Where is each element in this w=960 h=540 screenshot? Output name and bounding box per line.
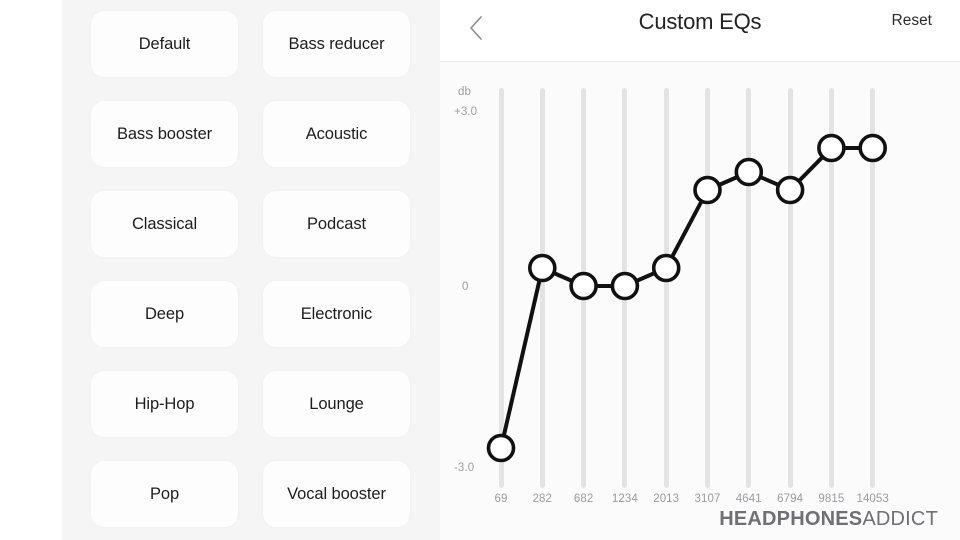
eq-band-handle[interactable] <box>817 133 846 163</box>
eq-editor-panel: Custom EQs Reset db +3.0 0 -3.0 69 282 682… <box>440 0 960 540</box>
preset-button[interactable]: Lounge <box>263 371 410 437</box>
eq-band-handle[interactable] <box>610 271 640 301</box>
preset-button-label: Acoustic <box>305 124 368 143</box>
preset-list-panel: Default Bass reducer Bass booster Acoustic C… <box>62 0 440 540</box>
eq-curve-line <box>499 146 875 450</box>
eq-band-handle[interactable] <box>528 253 557 283</box>
eq-response-curve <box>486 133 888 463</box>
preset-button[interactable]: Acoustic <box>263 101 410 167</box>
x-axis-tick-label: 4641 <box>735 493 762 505</box>
x-axis-tick-label: 14053 <box>856 493 889 505</box>
eq-app-screen: Default Bass reducer Bass booster Acoustic C… <box>0 0 960 540</box>
preset-button-label: Classical <box>131 214 198 233</box>
x-axis-tick-label: 69 <box>494 493 508 505</box>
preset-button[interactable]: Classical <box>91 191 238 257</box>
eq-band-handle[interactable] <box>486 433 516 463</box>
preset-button[interactable]: Default <box>91 11 238 77</box>
watermark-bold: HEADPHONES <box>719 508 863 530</box>
preset-button[interactable]: Electronic <box>263 281 410 347</box>
eq-band-handle[interactable] <box>858 133 888 163</box>
preset-button[interactable]: Deep <box>91 281 238 347</box>
preset-panel-wrapper: Default Bass reducer Bass booster Acoustic C… <box>0 0 440 540</box>
watermark-normal: ADDICT <box>862 508 938 530</box>
x-axis-tick-label: 2013 <box>653 493 680 505</box>
preset-button[interactable]: Pop <box>91 461 238 527</box>
preset-button[interactable]: Bass reducer <box>263 11 410 77</box>
eq-band-handle[interactable] <box>693 175 722 205</box>
preset-button-label: Deep <box>144 304 185 323</box>
preset-button-label: Bass reducer <box>288 34 385 53</box>
x-axis-tick-label: 3107 <box>694 493 721 505</box>
watermark: HEADPHONESADDICT <box>719 508 938 531</box>
eq-band-handle[interactable] <box>734 157 764 187</box>
preset-button-label: Vocal booster <box>287 484 386 503</box>
preset-button-label: Bass booster <box>116 124 213 143</box>
eq-band-handle[interactable] <box>569 271 598 301</box>
preset-button[interactable]: Vocal booster <box>263 461 410 527</box>
page-title: Custom EQs <box>638 9 762 34</box>
preset-button[interactable]: Podcast <box>263 191 410 257</box>
x-axis-tick-label: 9815 <box>818 493 845 505</box>
x-axis-tick-label: 282 <box>532 493 553 505</box>
preset-button-label: Hip-Hop <box>134 394 195 413</box>
reset-button[interactable]: Reset <box>892 12 933 30</box>
preset-button-label: Podcast <box>307 214 366 233</box>
preset-grid: Default Bass reducer Bass booster Acoustic C… <box>91 11 411 527</box>
eq-header: Custom EQs Reset <box>440 0 960 62</box>
preset-button-label: Pop <box>149 484 180 503</box>
preset-button[interactable]: Hip-Hop <box>91 371 238 437</box>
eq-plot: 69 282 682 1234 2013 3107 4641 6794 9815 14053 <box>440 62 960 540</box>
x-axis-tick-label: 682 <box>573 493 594 505</box>
x-axis-tick-label: 1234 <box>611 493 638 505</box>
preset-button-label: Lounge <box>309 394 364 413</box>
eq-band-handle[interactable] <box>775 175 805 205</box>
eq-band-handle[interactable] <box>651 253 681 283</box>
eq-chart-area: db +3.0 0 -3.0 69 282 682 1234 2013 3107 4641 6… <box>440 62 960 540</box>
preset-button-label: Default <box>138 34 191 53</box>
preset-button[interactable]: Bass booster <box>91 101 238 167</box>
x-axis-tick-label: 6794 <box>777 493 804 505</box>
preset-button-label: Electronic <box>300 304 373 323</box>
